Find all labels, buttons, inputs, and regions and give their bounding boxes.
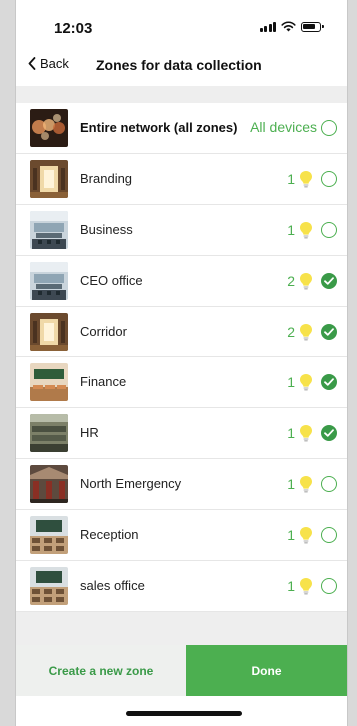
done-button[interactable]: Done xyxy=(186,645,347,696)
zone-row[interactable]: Reception 1 xyxy=(16,510,347,562)
bulb-icon xyxy=(299,424,313,442)
zone-row[interactable]: CEO office 2 xyxy=(16,255,347,307)
zone-thumbnail xyxy=(30,210,68,249)
status-icons xyxy=(259,21,324,32)
device-count: 1 xyxy=(287,578,295,595)
zone-thumbnail xyxy=(30,363,68,402)
zone-row[interactable]: sales office 1 xyxy=(16,561,347,612)
bulb-icon xyxy=(299,221,313,239)
status-bar: 12:03 xyxy=(16,0,347,46)
zone-name: Business xyxy=(80,221,133,237)
zone-row[interactable]: Branding 1 xyxy=(16,153,347,205)
zone-row[interactable]: Corridor 2 xyxy=(16,306,347,358)
zone-thumbnail xyxy=(30,516,68,555)
zone-thumbnail xyxy=(30,414,68,453)
zone-thumbnail xyxy=(30,465,68,504)
bulb-icon xyxy=(299,373,313,391)
device-count: 2 xyxy=(287,272,295,289)
zone-radio[interactable] xyxy=(321,221,337,238)
device-count: 1 xyxy=(287,425,295,442)
bulb-icon xyxy=(299,475,313,493)
signal-icon xyxy=(259,21,276,32)
zone-row-all[interactable]: Entire network (all zones) All devices xyxy=(16,103,347,154)
zone-radio[interactable] xyxy=(321,476,337,493)
zone-radio[interactable] xyxy=(321,527,337,544)
zone-thumbnail xyxy=(30,567,68,606)
bulb-icon xyxy=(299,323,313,341)
zone-name: Finance xyxy=(80,374,127,390)
zone-selected-checkbox[interactable] xyxy=(321,374,337,391)
zone-selected-checkbox[interactable] xyxy=(321,272,337,289)
device-count: 1 xyxy=(287,476,295,493)
zone-name: North Emergency xyxy=(80,476,182,492)
battery-icon xyxy=(301,21,324,32)
bottom-action-bar: Create a new zone Done xyxy=(16,645,347,696)
status-time: 12:03 xyxy=(54,20,93,37)
home-indicator[interactable] xyxy=(126,711,242,716)
zone-row[interactable]: HR 1 xyxy=(16,408,347,460)
zone-radio[interactable] xyxy=(321,170,337,187)
back-button[interactable]: Back xyxy=(28,56,69,71)
zone-name: Corridor xyxy=(80,323,127,339)
zone-selected-checkbox[interactable] xyxy=(321,425,337,442)
list-bottom-spacer xyxy=(16,612,347,645)
zone-thumbnail xyxy=(30,261,68,300)
zone-row[interactable]: North Emergency 1 xyxy=(16,459,347,511)
wifi-icon xyxy=(281,21,296,32)
chevron-left-icon xyxy=(28,57,36,70)
zone-list: Entire network (all zones) All devices B… xyxy=(16,103,347,612)
zone-radio[interactable] xyxy=(321,578,337,595)
bulb-icon xyxy=(299,170,313,188)
zone-thumbnail xyxy=(30,312,68,351)
zone-row[interactable]: Business 1 xyxy=(16,204,347,256)
create-zone-button[interactable]: Create a new zone xyxy=(16,645,186,696)
device-count: 1 xyxy=(287,374,295,391)
nav-bar: Back Zones for data collection xyxy=(16,46,347,86)
bulb-icon xyxy=(299,272,313,290)
zone-thumbnail xyxy=(30,159,68,198)
device-count: 1 xyxy=(287,221,295,238)
zone-name: sales office xyxy=(80,578,145,594)
all-zones-label: Entire network (all zones) xyxy=(80,120,238,135)
back-label: Back xyxy=(40,56,69,71)
device-count: 1 xyxy=(287,170,295,187)
zone-name: HR xyxy=(80,425,99,441)
all-devices-label: All devices xyxy=(250,119,317,135)
all-zones-thumbnail xyxy=(30,109,68,147)
list-top-spacer xyxy=(16,86,347,103)
zone-selected-checkbox[interactable] xyxy=(321,323,337,340)
all-zones-radio[interactable] xyxy=(321,120,337,136)
device-count: 1 xyxy=(287,527,295,544)
zone-row[interactable]: Finance 1 xyxy=(16,357,347,409)
zone-name: CEO office xyxy=(80,272,143,288)
device-count: 2 xyxy=(287,323,295,340)
phone-screen: 12:03 Back Zones for data collection Ent… xyxy=(16,0,347,726)
home-area xyxy=(16,696,347,726)
bulb-icon xyxy=(299,577,313,595)
page-title: Zones for data collection xyxy=(96,57,262,73)
zone-name: Reception xyxy=(80,527,139,543)
bulb-icon xyxy=(299,526,313,544)
zone-name: Branding xyxy=(80,170,133,186)
